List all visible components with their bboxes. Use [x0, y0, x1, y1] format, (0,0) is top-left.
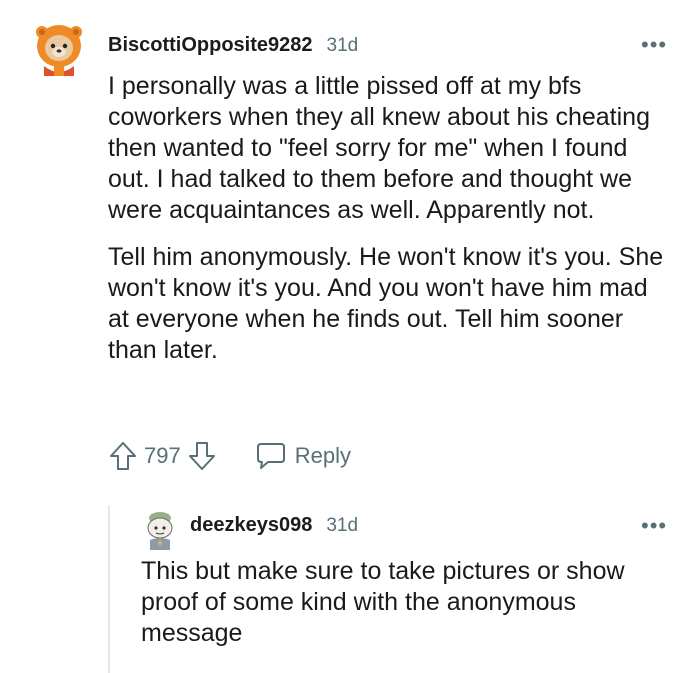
reply-button[interactable]: Reply: [255, 441, 351, 471]
timestamp[interactable]: 31d: [326, 515, 358, 537]
timestamp[interactable]: 31d: [327, 35, 359, 57]
avatar[interactable]: [34, 22, 84, 76]
comment-paragraph: This but make sure to take pictures or s…: [141, 557, 625, 647]
comment-paragraph: I personally was a little pissed off at …: [108, 72, 650, 224]
comment-actions: 797 Reply: [108, 436, 351, 476]
upvote-icon[interactable]: [108, 440, 138, 472]
avatar[interactable]: [143, 510, 177, 550]
thread-line[interactable]: [108, 505, 110, 673]
vote-control: 797: [108, 440, 217, 472]
comment-body: I personally was a little pissed off at …: [108, 71, 668, 366]
vote-score: 797: [144, 443, 181, 468]
more-options-button[interactable]: •••: [641, 34, 667, 56]
reply-body: This but make sure to take pictures or s…: [141, 556, 681, 649]
comment-paragraph: Tell him anonymously. He won't know it's…: [108, 243, 664, 364]
downvote-icon[interactable]: [187, 440, 217, 472]
username[interactable]: deezkeys098: [190, 514, 312, 537]
username[interactable]: BiscottiOpposite9282: [108, 34, 313, 57]
comment-bubble-icon: [256, 443, 285, 469]
more-options-button[interactable]: •••: [641, 515, 667, 537]
reply-label: Reply: [294, 443, 351, 468]
